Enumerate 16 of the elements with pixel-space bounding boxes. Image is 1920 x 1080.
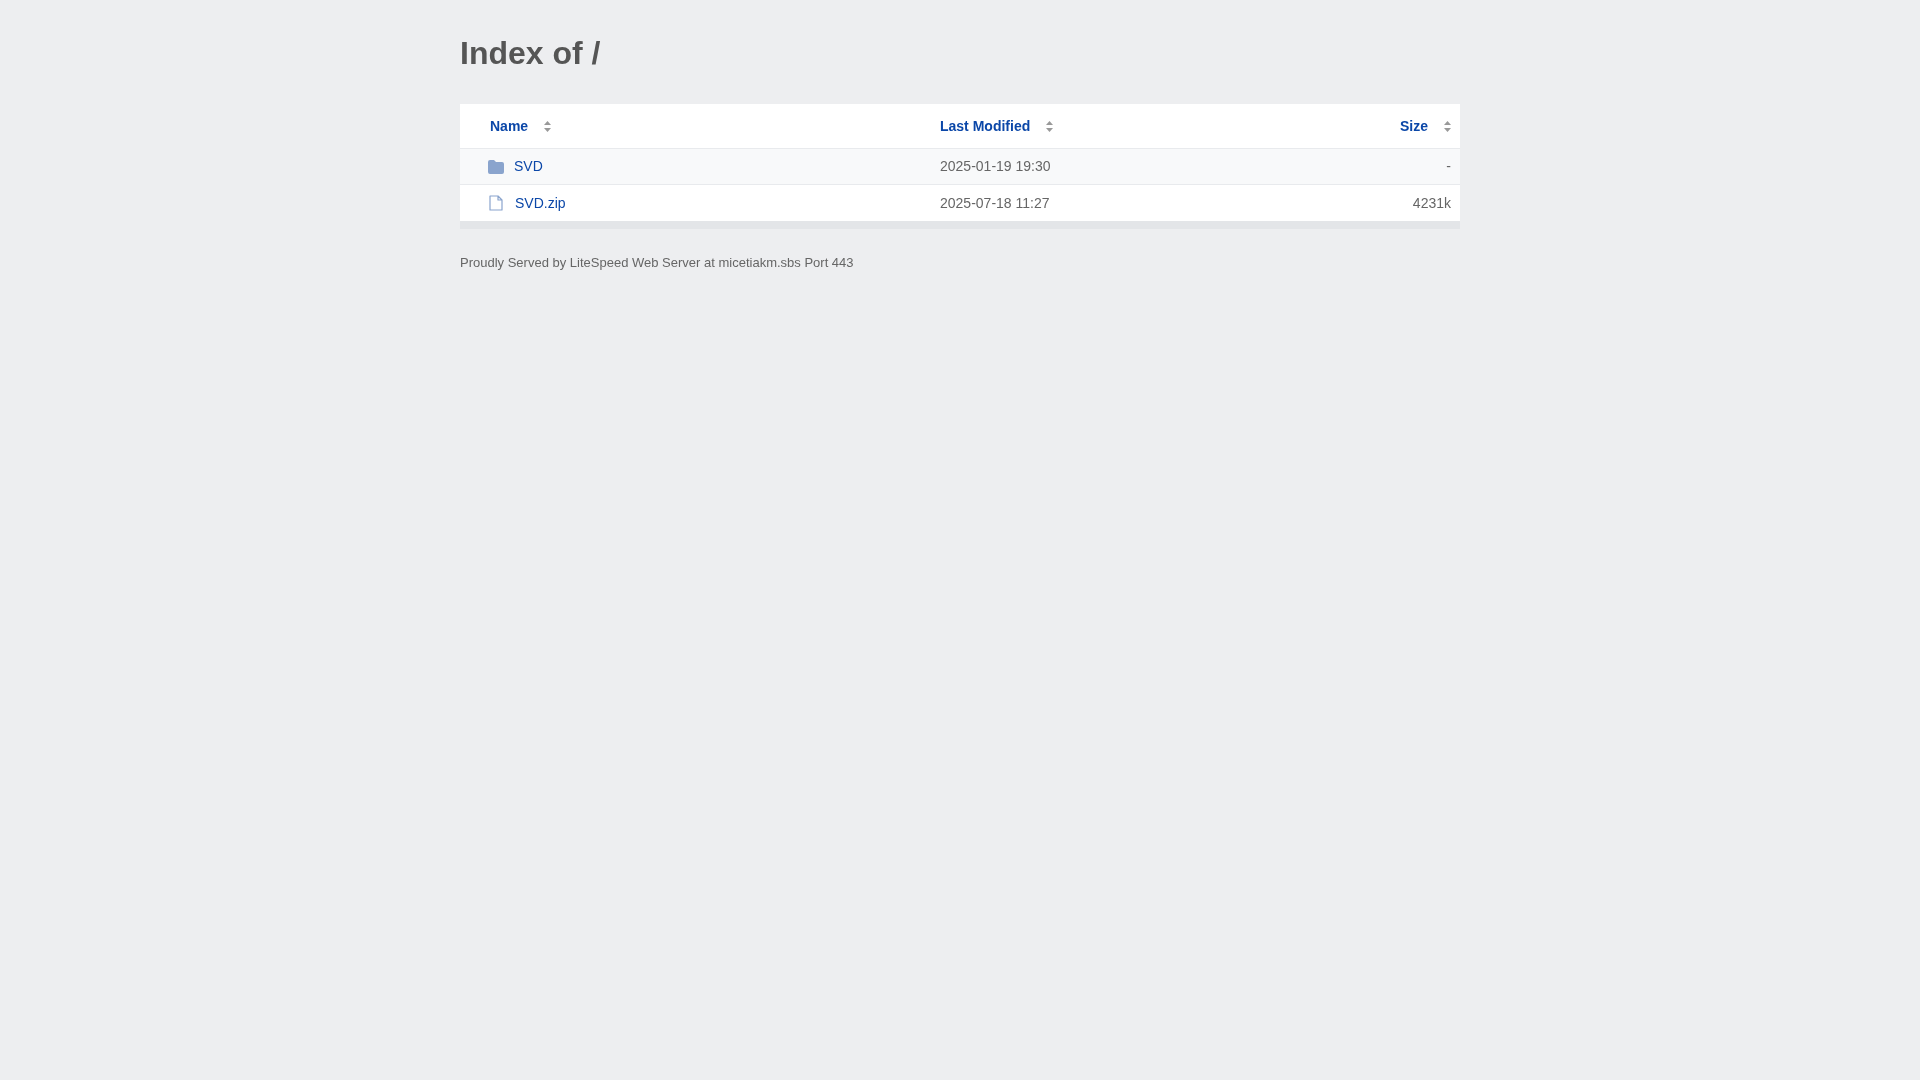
page-title: Index of / bbox=[460, 34, 601, 73]
modified-date: 2025-07-18 11:27 bbox=[940, 194, 1050, 211]
file-size: 4231k bbox=[1412, 193, 1451, 213]
folder-icon bbox=[488, 159, 504, 174]
sort-icon bbox=[544, 120, 552, 132]
file-icon bbox=[489, 195, 503, 211]
column-header-link[interactable]: Last Modified bbox=[940, 115, 1031, 137]
footer-text: Proudly Served by LiteSpeed Web Server at micetiakm.sbs Port 443 bbox=[460, 254, 854, 272]
sort-icon bbox=[1046, 120, 1054, 132]
modified-date: 2025-01-19 19:30 bbox=[940, 158, 1051, 174]
file-size: - bbox=[1446, 157, 1451, 176]
folder-link[interactable]: SVD bbox=[514, 156, 543, 177]
column-header-link[interactable]: Size bbox=[1400, 115, 1428, 137]
sort-icon bbox=[1444, 120, 1451, 132]
file-link[interactable]: SVD.zip bbox=[515, 192, 566, 214]
column-header-link[interactable]: Name bbox=[490, 115, 529, 137]
